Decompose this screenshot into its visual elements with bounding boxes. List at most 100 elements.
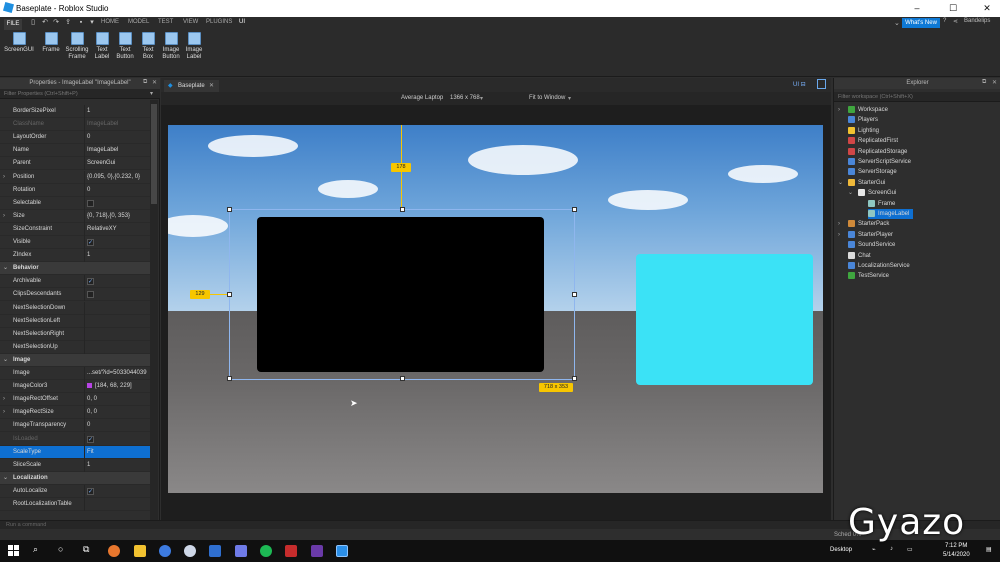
recorder-icon[interactable] [285, 545, 297, 557]
explorer-item[interactable]: ⌄ ScreenGui [848, 188, 896, 198]
property-value[interactable]: 0 [87, 184, 149, 197]
property-row[interactable]: NextSelectionUp [0, 340, 150, 354]
property-category[interactable]: ⌄ Localization [0, 471, 150, 485]
property-value[interactable]: 1 [87, 105, 149, 118]
explorer-item[interactable]: › Workspace [838, 105, 888, 115]
network-icon[interactable]: ⌁ [872, 546, 876, 553]
expand-icon[interactable]: › [3, 210, 5, 223]
close-panel-icon[interactable]: ✕ [992, 79, 997, 86]
text-box-tool[interactable]: Text Box [138, 32, 158, 72]
cortana-icon[interactable]: ○ [58, 544, 63, 554]
firefox-icon[interactable] [108, 545, 120, 557]
fit-select[interactable]: Fit to Window [529, 95, 565, 101]
explorer-item[interactable]: Chat [848, 251, 871, 261]
property-row[interactable]: LayoutOrder 0 [0, 131, 150, 145]
property-row[interactable]: Name ImageLabel [0, 144, 150, 158]
expand-icon[interactable]: › [3, 393, 5, 406]
3d-viewport[interactable]: 178 129 718 x 353 ➤ [168, 125, 823, 493]
maximize-button[interactable]: ☐ [942, 2, 964, 15]
property-row[interactable]: Selectable [0, 196, 150, 210]
expand-icon[interactable]: › [838, 105, 840, 115]
clock-time[interactable]: 7:12 PM [945, 543, 967, 549]
property-value[interactable]: RelativeXY [87, 223, 149, 236]
expand-icon[interactable]: › [838, 230, 840, 240]
resize-handle[interactable] [400, 207, 405, 212]
resize-handle[interactable] [400, 376, 405, 381]
property-value[interactable]: 0 [87, 131, 149, 144]
explorer-item[interactable]: Players [848, 115, 878, 125]
close-panel-icon[interactable]: ✕ [152, 79, 157, 86]
battery-icon[interactable]: ▭ [907, 546, 913, 553]
property-row[interactable]: IsLoaded ✓ [0, 432, 150, 446]
new-file-icon[interactable]: ▯ [29, 19, 37, 27]
property-row[interactable]: › Size {0, 718},{0, 353} [0, 209, 150, 223]
file-explorer-icon[interactable] [134, 545, 146, 557]
tab-model[interactable]: MODEL [128, 19, 149, 25]
text-button-tool[interactable]: Text Button [114, 32, 136, 72]
frame-tool[interactable]: Frame [40, 32, 62, 72]
ui-visibility-toggle[interactable]: UI ⊟ [793, 81, 806, 88]
property-row[interactable]: Image ...set/?id=5033044039 [0, 367, 150, 380]
property-row[interactable]: ClassName ImageLabel [0, 118, 150, 132]
resize-handle[interactable] [572, 376, 577, 381]
property-value[interactable]: 0, 0 [87, 393, 149, 406]
scrollbar-thumb[interactable] [151, 104, 157, 204]
explorer-filter-input[interactable]: Filter workspace (Ctrl+Shift+X) [834, 92, 1000, 102]
property-checkbox[interactable]: ✓ [87, 435, 94, 443]
resize-handle[interactable] [227, 292, 232, 297]
explorer-item[interactable]: LocalizationService [848, 261, 910, 271]
property-value[interactable]: ScreenGui [87, 157, 149, 170]
image-button-tool[interactable]: Image Button [160, 32, 182, 72]
pin-icon[interactable]: ⧉ [982, 79, 986, 86]
property-value[interactable]: 1 [87, 249, 149, 262]
explorer-item[interactable]: › StarterPlayer [838, 230, 893, 240]
property-value[interactable]: Fit [87, 446, 149, 459]
explorer-item[interactable]: ReplicatedStorage [848, 147, 907, 157]
property-value[interactable]: {0, 718},{0, 353} [87, 210, 149, 223]
property-value[interactable]: ImageLabel [87, 144, 149, 157]
desktop-toolbar[interactable]: Desktop [830, 547, 852, 553]
property-row[interactable]: NextSelectionDown [0, 301, 150, 315]
explorer-item[interactable]: ImageLabel [868, 209, 914, 219]
property-checkbox[interactable]: ✓ [87, 487, 94, 495]
image-label-tool[interactable]: Image Label [183, 32, 205, 72]
pin-icon[interactable]: ⧉ [143, 79, 147, 86]
selection-box[interactable] [227, 207, 577, 381]
collapse-icon[interactable]: ⌄ [3, 472, 8, 485]
collapse-icon[interactable]: ⌄ [838, 178, 843, 188]
explorer-item[interactable]: TestService [848, 271, 889, 281]
frame[interactable] [636, 254, 813, 385]
property-row[interactable]: Parent ScreenGui [0, 157, 150, 171]
spotify-icon[interactable] [260, 545, 272, 557]
property-row[interactable]: RootLocalizationTable [0, 498, 150, 511]
property-value[interactable]: ...set/?id=5033044039 [87, 367, 149, 380]
tab-view[interactable]: VIEW [183, 19, 198, 25]
property-category[interactable]: ⌄ Behavior [0, 262, 150, 276]
property-value[interactable]: {0.095, 0},{0.232, 0} [87, 171, 149, 184]
property-row[interactable]: ScaleType Fit [0, 445, 150, 459]
property-row[interactable]: Rotation 0 [0, 183, 150, 197]
device-emulator-icon[interactable] [817, 79, 826, 89]
resize-handle[interactable] [572, 292, 577, 297]
resolution-select[interactable]: 1366 x 768 [450, 95, 480, 101]
expand-ribbon-icon[interactable]: ⌄ [894, 19, 900, 27]
minimize-button[interactable]: – [906, 2, 928, 15]
tab-ui[interactable]: UI [239, 19, 245, 25]
property-row[interactable]: Visible ✓ [0, 236, 150, 249]
collapse-icon[interactable]: ⌄ [3, 262, 8, 275]
property-row[interactable]: ZIndex 1 [0, 249, 150, 263]
customize-dropdown-icon[interactable]: ▾ [88, 19, 96, 27]
discord-icon[interactable] [235, 545, 247, 557]
resize-handle[interactable] [227, 376, 232, 381]
explorer-item[interactable]: SoundService [848, 240, 895, 250]
clock-date[interactable]: 5/14/2020 [943, 552, 970, 558]
explorer-item[interactable]: ReplicatedFirst [848, 136, 898, 146]
property-row[interactable]: BorderSizePixel 1 [0, 105, 150, 118]
help-icon[interactable]: ? [943, 18, 946, 24]
close-button[interactable]: ✕ [976, 2, 998, 15]
search-icon[interactable]: ⌕ [33, 544, 38, 555]
scrolling-frame-tool[interactable]: Scrolling Frame [64, 32, 90, 72]
explorer-item[interactable]: Frame [868, 199, 895, 209]
screengui-tool[interactable]: ScreenGUI [3, 32, 35, 72]
text-label-tool[interactable]: Text Label [92, 32, 112, 72]
